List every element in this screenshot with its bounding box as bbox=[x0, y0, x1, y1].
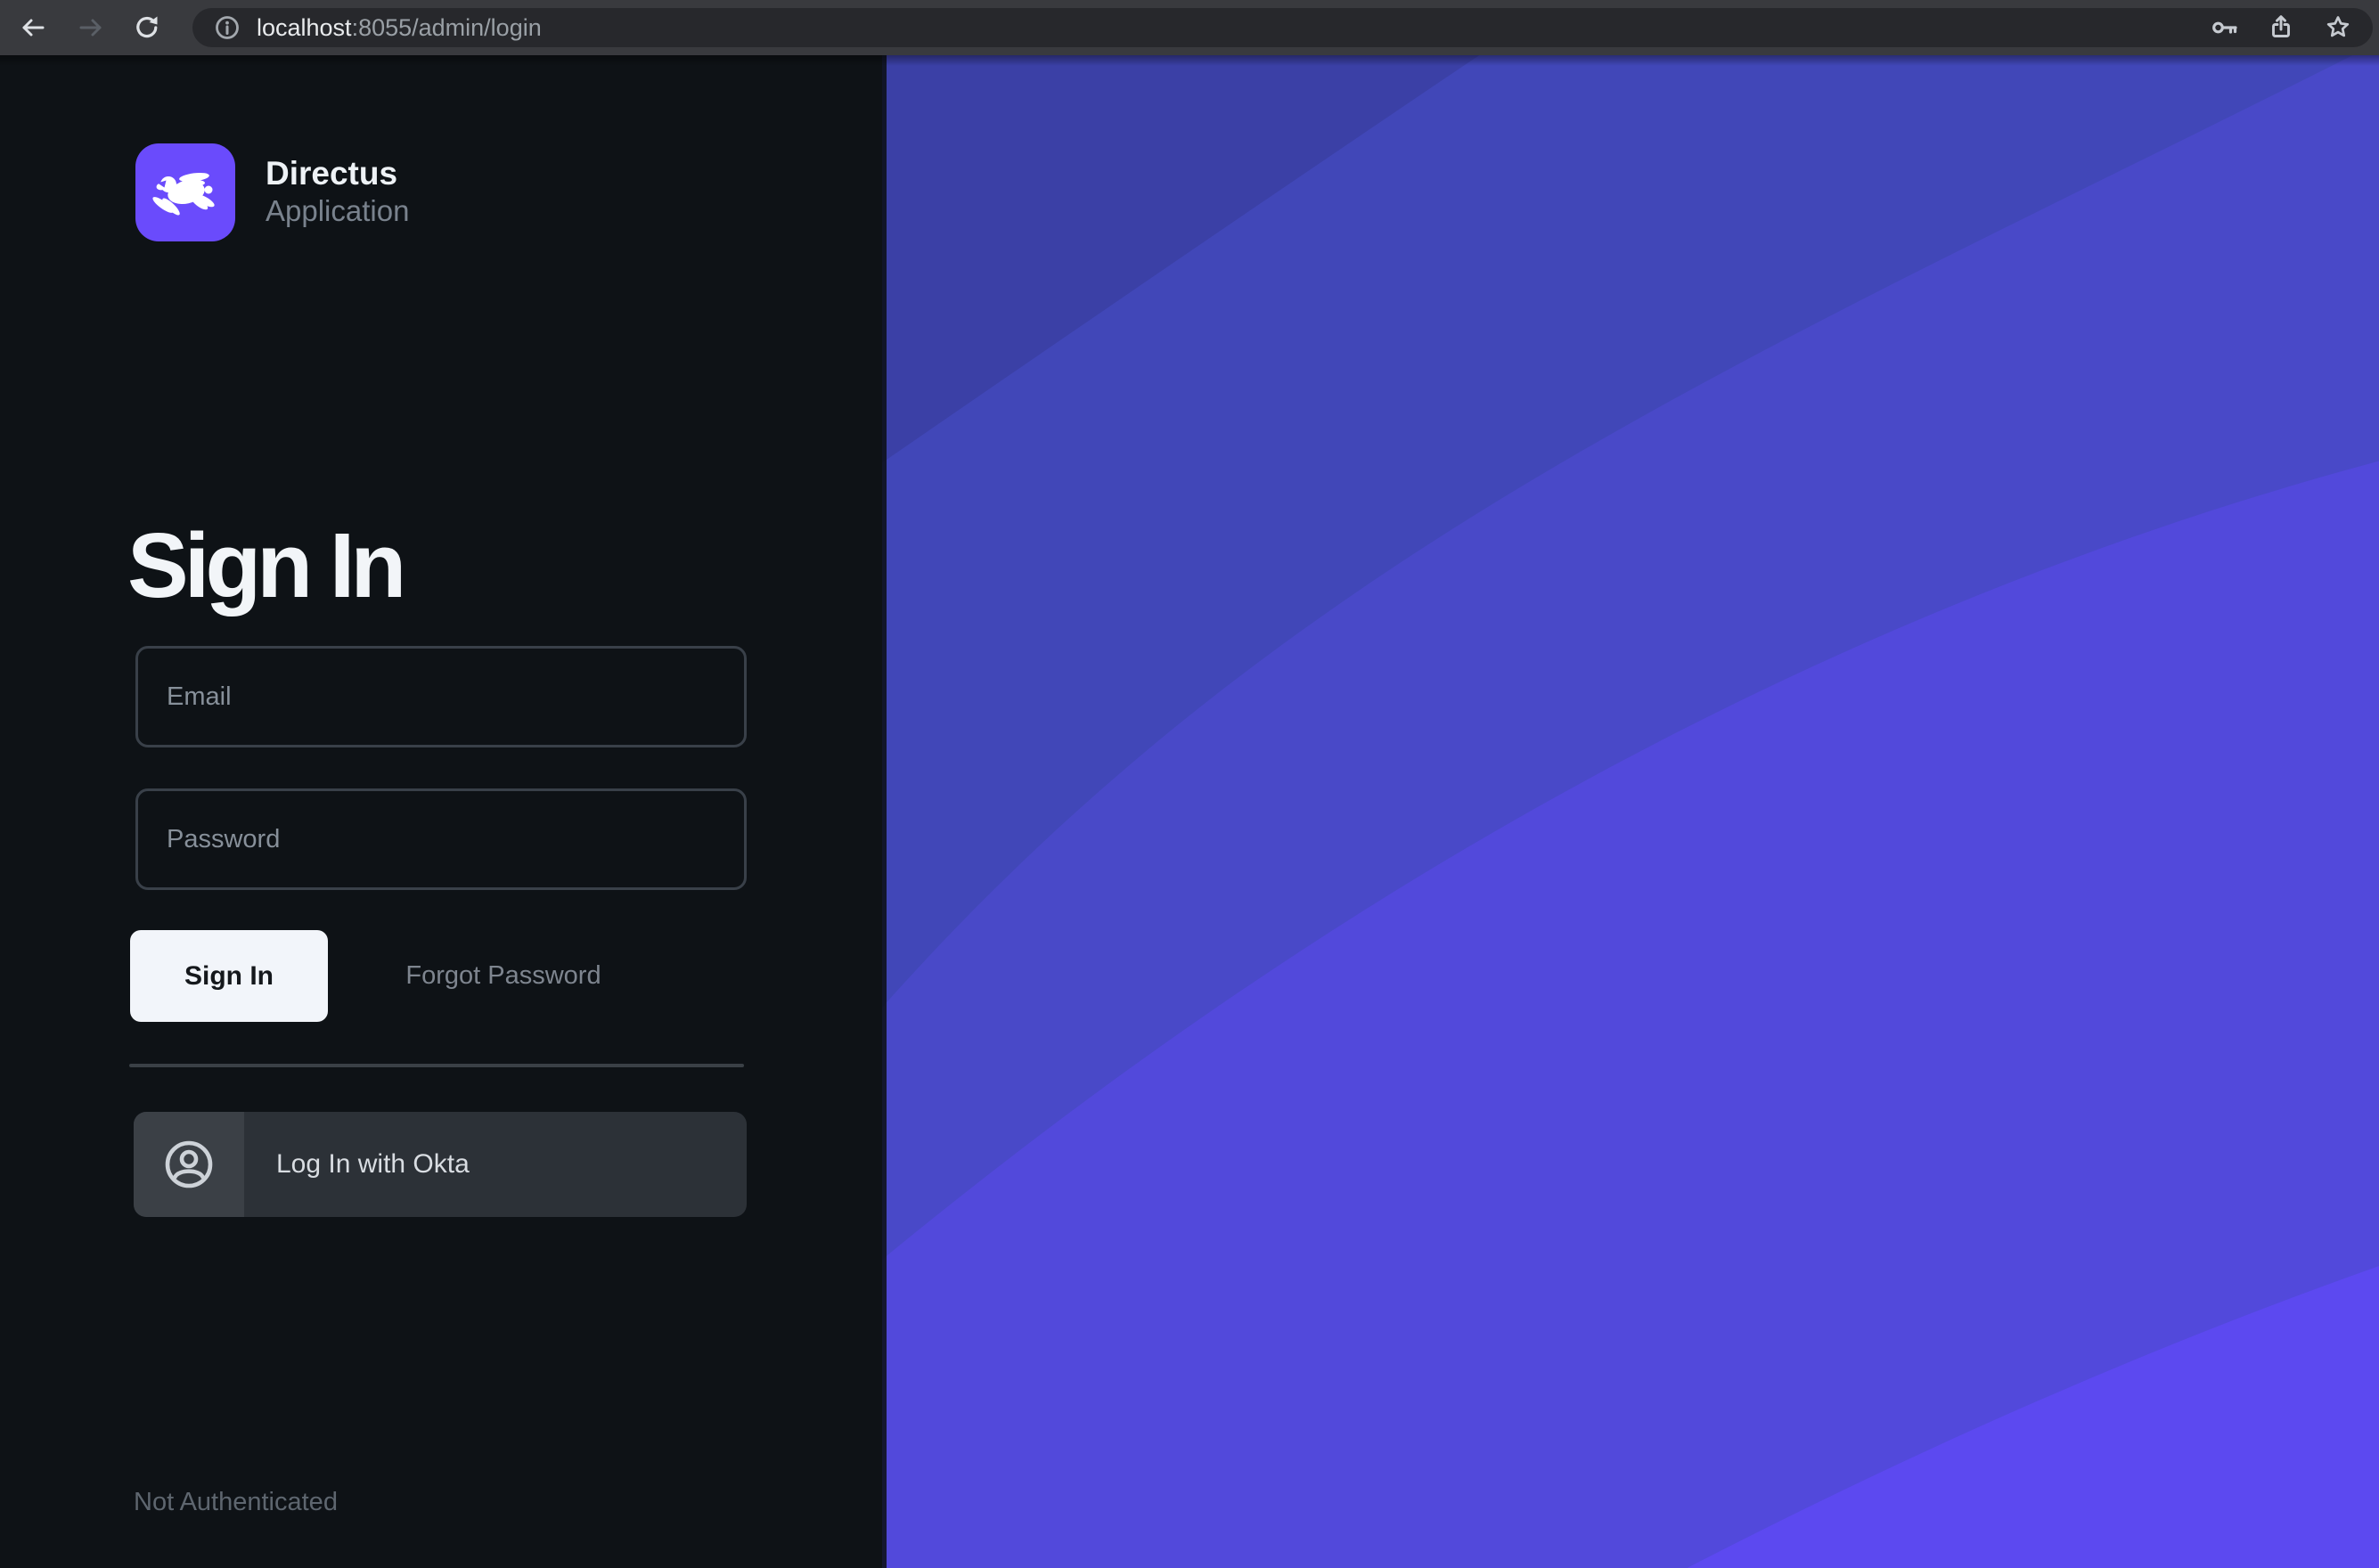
url-path: :8055/admin/login bbox=[352, 14, 542, 41]
address-bar[interactable]: localhost:8055/admin/login bbox=[192, 8, 2373, 47]
okta-login-button[interactable]: Log In with Okta bbox=[134, 1112, 747, 1217]
art-background bbox=[882, 55, 2379, 1568]
login-panel: Directus Application Sign In Sign In For… bbox=[0, 55, 882, 1568]
browser-toolbar: localhost:8055/admin/login bbox=[0, 0, 2379, 55]
page-title: Sign In bbox=[127, 513, 402, 618]
forgot-password-link[interactable]: Forgot Password bbox=[388, 930, 619, 1022]
panel-seam bbox=[882, 55, 887, 1568]
forward-arrow-icon[interactable] bbox=[76, 12, 106, 43]
divider bbox=[129, 1064, 744, 1067]
art-stripes bbox=[882, 55, 2379, 1568]
url-text: localhost:8055/admin/login bbox=[257, 8, 542, 47]
back-arrow-icon[interactable] bbox=[18, 12, 48, 43]
sign-in-button[interactable]: Sign In bbox=[130, 930, 328, 1022]
password-field[interactable] bbox=[135, 788, 747, 890]
okta-login-label: Log In with Okta bbox=[276, 1112, 470, 1217]
email-field[interactable] bbox=[135, 646, 747, 747]
star-icon[interactable] bbox=[2323, 12, 2353, 43]
directus-rabbit-icon bbox=[135, 143, 235, 241]
info-icon[interactable] bbox=[212, 12, 242, 43]
app-subtitle: Application bbox=[266, 194, 409, 228]
reload-icon[interactable] bbox=[132, 12, 162, 43]
status-text: Not Authenticated bbox=[134, 1488, 338, 1517]
key-icon[interactable] bbox=[2210, 12, 2240, 43]
directus-logo bbox=[135, 143, 235, 241]
okta-icon-box bbox=[134, 1112, 244, 1217]
share-icon[interactable] bbox=[2266, 12, 2296, 43]
url-host: localhost bbox=[257, 14, 352, 41]
account-circle-icon bbox=[160, 1136, 217, 1193]
toolbar-shadow bbox=[0, 55, 2379, 66]
app-name: Directus bbox=[266, 155, 397, 192]
